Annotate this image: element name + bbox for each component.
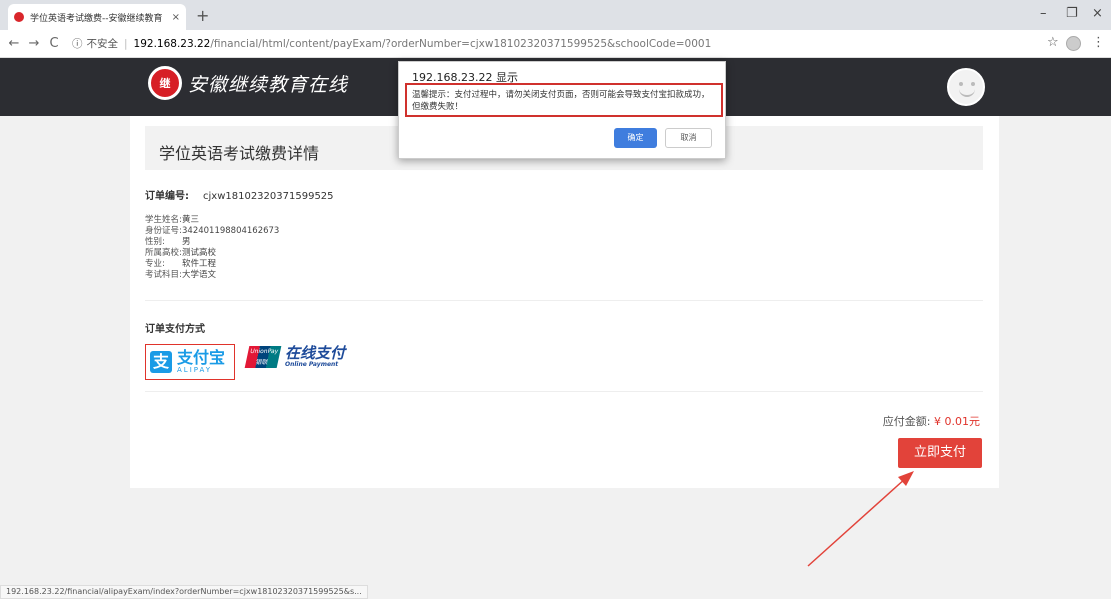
- annotation-arrow-icon: [807, 471, 914, 567]
- status-bar-url: 192.168.23.22/financial/alipayExam/index…: [0, 585, 368, 599]
